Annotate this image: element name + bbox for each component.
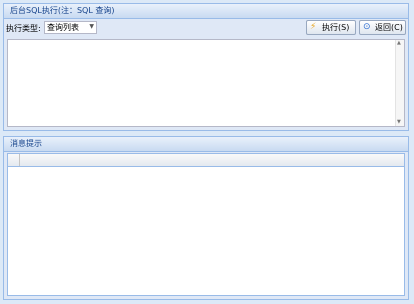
exec-type-select[interactable]: 查询列表 ▼ [44, 21, 97, 34]
message-panel: 消息提示 [3, 136, 409, 300]
scroll-up-icon[interactable]: ▲ [397, 40, 401, 46]
exec-type-label: 执行类型: [6, 24, 41, 33]
panel-title: 消息提示 [4, 137, 408, 152]
row-number-column-header [8, 154, 20, 166]
back-button[interactable]: ⊙ 返回(C) [359, 20, 406, 35]
sql-input-scrollbar[interactable]: ▲ ▼ [395, 40, 404, 126]
chevron-down-icon: ▼ [89, 23, 94, 30]
scroll-down-icon[interactable]: ▼ [397, 119, 401, 125]
panel-title: 后台SQL执行(注：SQL 查询) [4, 4, 408, 19]
back-button-label: 返回(C) [375, 23, 403, 32]
message-grid [7, 153, 405, 296]
sql-input[interactable]: ▲ ▼ [7, 39, 405, 127]
back-icon: ⊙ [363, 22, 371, 32]
exec-type-value: 查询列表 [47, 23, 79, 32]
execute-button[interactable]: ⚡ 执行(S) [306, 20, 356, 35]
execute-button-label: 执行(S) [322, 23, 350, 32]
toolbar: 执行类型: 查询列表 ▼ ⚡ 执行(S) ⊙ 返回(C) [4, 19, 408, 39]
grid-header [8, 154, 404, 167]
sql-execution-panel: 后台SQL执行(注：SQL 查询) 执行类型: 查询列表 ▼ ⚡ 执行(S) ⊙… [3, 3, 409, 131]
lightning-icon: ⚡ [310, 22, 317, 32]
